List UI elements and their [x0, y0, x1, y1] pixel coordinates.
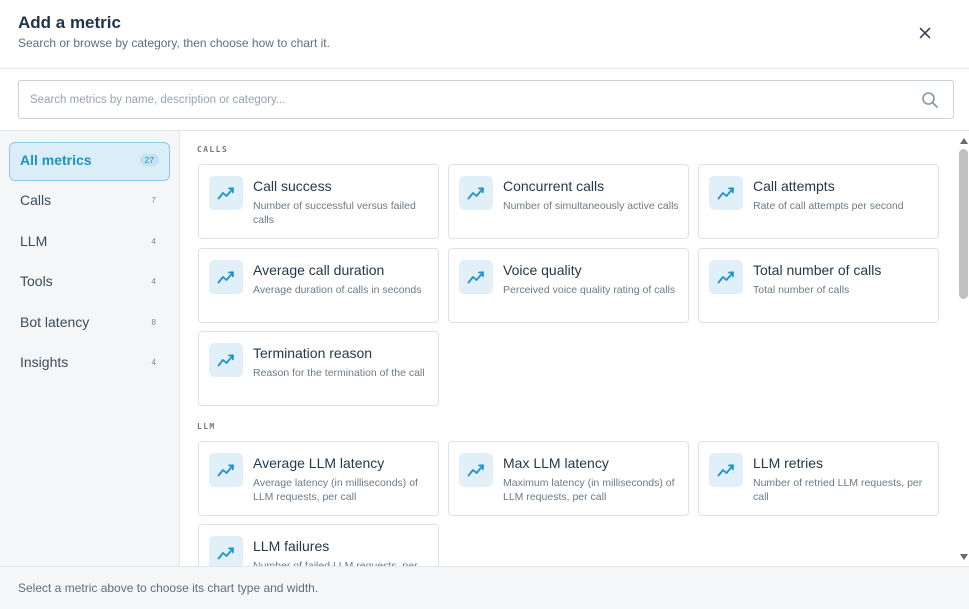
metric-card-average-llm-latency[interactable]: Average LLM latency Average latency (in … — [198, 441, 439, 516]
metric-description: Maximum latency (in milliseconds) of LLM… — [503, 477, 675, 503]
metric-description: Number of successful versus failed calls — [253, 200, 416, 226]
sidebar-item-insights[interactable]: Insights 4 — [9, 344, 170, 383]
scroll-down-arrow-icon[interactable] — [960, 554, 968, 560]
metric-title: Concurrent calls — [503, 178, 605, 194]
metric-description: Average duration of calls in seconds — [253, 284, 422, 296]
dialog-footer: Select a metric above to choose its char… — [0, 566, 969, 609]
trend-chart-icon — [459, 260, 493, 294]
sidebar-item-bot-latency[interactable]: Bot latency 8 — [9, 304, 170, 343]
sidebar-item-count: 7 — [151, 196, 156, 205]
category-sidebar: All metrics 27 Calls 7 LLM 4 Tools 4 Bot… — [0, 131, 180, 567]
metric-title: Max LLM latency — [503, 455, 609, 471]
dialog-header: Add a metric Search or browse by categor… — [0, 0, 969, 69]
metric-description: Number of retried LLM requests, per call — [753, 477, 923, 503]
metric-description: Total number of calls — [753, 284, 850, 296]
trend-chart-icon — [209, 260, 243, 294]
trend-chart-icon — [709, 453, 743, 487]
section-label-llm: LLM — [197, 422, 216, 431]
trend-chart-icon — [209, 453, 243, 487]
trend-chart-icon — [209, 343, 243, 377]
metric-title: Average call duration — [253, 262, 385, 278]
metric-card-call-attempts[interactable]: Call attempts Rate of call attempts per … — [698, 164, 939, 239]
metric-card-call-success[interactable]: Call success Number of successful versus… — [198, 164, 439, 239]
metric-description: Average latency (in milliseconds) of LLM… — [253, 477, 418, 503]
scroll-up-arrow-icon[interactable] — [960, 138, 968, 144]
search-icon[interactable] — [921, 91, 939, 109]
sidebar-item-label: Calls — [20, 192, 52, 208]
sidebar-item-count: 27 — [139, 154, 159, 166]
scrollbar[interactable] — [957, 131, 969, 567]
metric-description: Perceived voice quality rating of calls — [503, 284, 676, 296]
trend-chart-icon — [709, 176, 743, 210]
metric-card-concurrent-calls[interactable]: Concurrent calls Number of simultaneousl… — [448, 164, 689, 239]
metric-card-average-call-duration[interactable]: Average call duration Average duration o… — [198, 248, 439, 323]
trend-chart-icon — [209, 536, 243, 567]
metric-title: Voice quality — [503, 262, 582, 278]
metric-title: Termination reason — [253, 345, 373, 361]
metric-card-termination-reason[interactable]: Termination reason Reason for the termin… — [198, 331, 439, 406]
metric-title: Call success — [253, 178, 332, 194]
metric-card-max-llm-latency[interactable]: Max LLM latency Maximum latency (in mill… — [448, 441, 689, 516]
section-label-calls: CALLS — [197, 145, 229, 154]
sidebar-item-label: Tools — [20, 273, 53, 289]
sidebar-item-label: LLM — [20, 233, 48, 249]
metric-description: Reason for the termination of the call — [253, 367, 425, 379]
sidebar-item-count: 4 — [151, 277, 156, 286]
sidebar-item-count: 8 — [151, 318, 156, 327]
sidebar-item-label: Bot latency — [20, 314, 90, 330]
close-button[interactable] — [912, 21, 938, 45]
trend-chart-icon — [709, 260, 743, 294]
metric-card-llm-failures[interactable]: LLM failures Number of failed LLM reques… — [198, 524, 439, 567]
metric-card-total-number-of-calls[interactable]: Total number of calls Total number of ca… — [698, 248, 939, 323]
dialog-body: All metrics 27 Calls 7 LLM 4 Tools 4 Bot… — [0, 130, 969, 567]
sidebar-item-llm[interactable]: LLM 4 — [9, 223, 170, 262]
sidebar-item-label: All metrics — [20, 152, 92, 168]
metric-description: Number of simultaneously active calls — [503, 200, 679, 212]
sidebar-item-tools[interactable]: Tools 4 — [9, 263, 170, 302]
metric-card-voice-quality[interactable]: Voice quality Perceived voice quality ra… — [448, 248, 689, 323]
trend-chart-icon — [209, 176, 243, 210]
metric-title: Call attempts — [753, 178, 835, 194]
dialog-subtitle: Search or browse by category, then choos… — [18, 36, 330, 50]
metric-title: LLM failures — [253, 538, 330, 554]
dialog-title: Add a metric — [18, 13, 121, 32]
footer-hint: Select a metric above to choose its char… — [18, 581, 319, 595]
trend-chart-icon — [459, 176, 493, 210]
scrollbar-thumb[interactable] — [959, 149, 968, 299]
sidebar-item-label: Insights — [20, 354, 69, 370]
metrics-list: CALLS Call success Number of successful … — [181, 131, 957, 567]
close-icon — [919, 27, 931, 39]
search-input[interactable] — [19, 81, 909, 118]
sidebar-item-count: 4 — [151, 358, 156, 367]
sidebar-item-count: 4 — [151, 237, 156, 246]
sidebar-item-all-metrics[interactable]: All metrics 27 — [9, 142, 170, 181]
sidebar-item-calls[interactable]: Calls 7 — [9, 182, 170, 221]
metric-title: Total number of calls — [753, 262, 882, 278]
metric-description: Rate of call attempts per second — [753, 200, 904, 212]
trend-chart-icon — [459, 453, 493, 487]
metric-card-llm-retries[interactable]: LLM retries Number of retried LLM reques… — [698, 441, 939, 516]
search-box — [18, 80, 954, 119]
metric-title: LLM retries — [753, 455, 824, 471]
metric-title: Average LLM latency — [253, 455, 385, 471]
